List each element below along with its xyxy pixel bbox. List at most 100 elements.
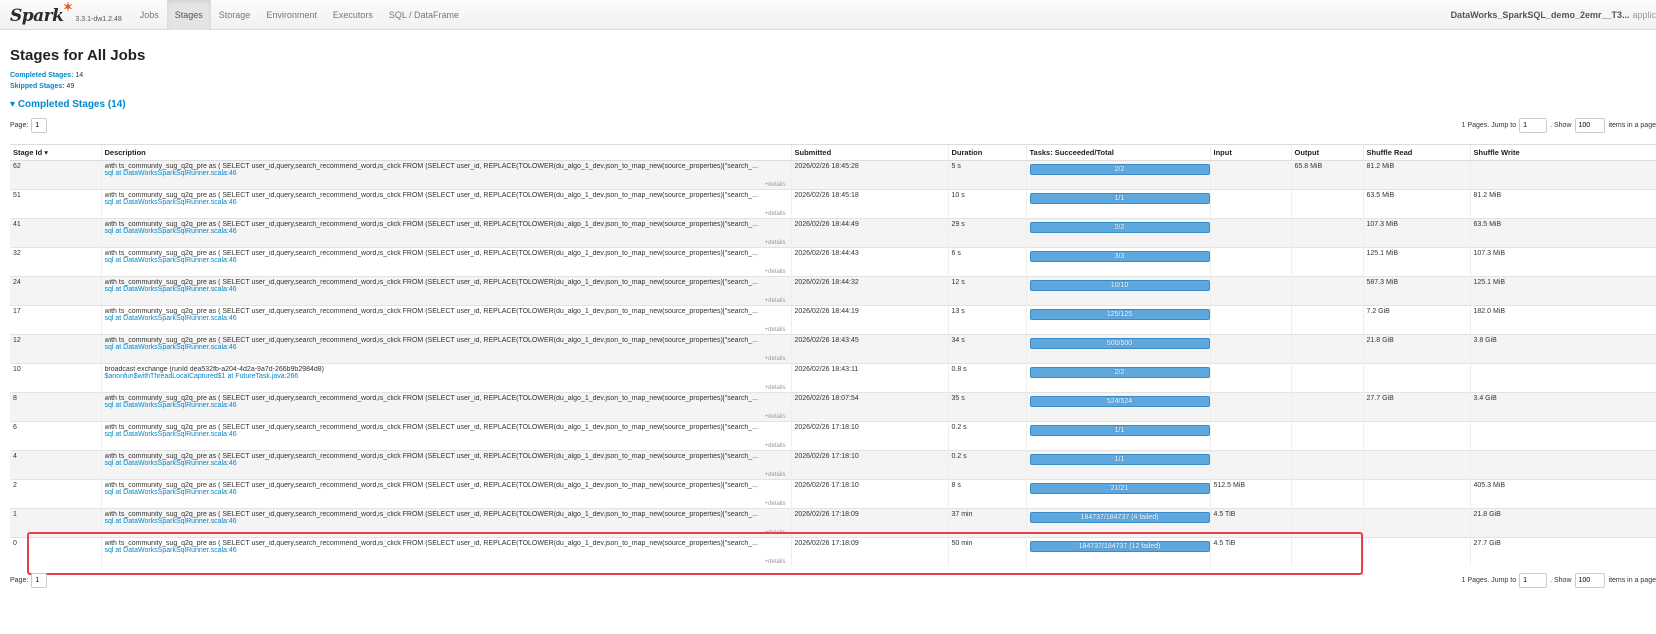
tab-jobs[interactable]: Jobs [132, 0, 167, 30]
tab-storage[interactable]: Storage [211, 0, 259, 30]
description-link[interactable]: sql at DataWorksSparkSqlRunner.scala:46 [105, 228, 788, 235]
description-link[interactable]: sql at DataWorksSparkSqlRunner.scala:46 [105, 460, 788, 467]
table-row: 32 with ts_community_sug_q2q_pre as ( SEL… [10, 247, 1656, 277]
details-toggle[interactable]: +details [765, 443, 786, 449]
stage-id: 24 [10, 276, 101, 306]
shuffle-read: 21.8 GiB [1362, 334, 1470, 364]
stage-description: with ts_community_sug_q2q_pre as ( SELEC… [100, 479, 791, 509]
tab-sql-dataframe[interactable]: SQL / DataFrame [381, 0, 467, 30]
output-size [1290, 305, 1363, 335]
details-toggle[interactable]: +details [765, 327, 786, 333]
submitted-time: 2026/02/26 18:44:19 [790, 305, 948, 335]
submitted-time: 2026/02/26 18:43:11 [790, 363, 948, 393]
tab-environment[interactable]: Environment [258, 0, 325, 30]
show-label: . Show [1550, 121, 1572, 129]
table-row: 62 with ts_community_sug_q2q_pre as ( SEL… [10, 160, 1656, 190]
jump-to-input[interactable] [1519, 117, 1548, 133]
details-toggle[interactable]: +details [765, 385, 786, 391]
table-row: 2 with ts_community_sug_q2q_pre as ( SELE… [10, 479, 1656, 509]
page-number-input[interactable] [31, 572, 48, 588]
col-shuffle-write[interactable]: Shuffle Write [1469, 144, 1656, 161]
description-link[interactable]: sql at DataWorksSparkSqlRunner.scala:46 [105, 518, 788, 525]
col-submitted[interactable]: Submitted [790, 144, 948, 161]
details-toggle[interactable]: +details [765, 240, 786, 246]
completed-stages-link[interactable]: Completed Stages: [10, 72, 73, 79]
completed-stages-toggle[interactable]: ▾ Completed Stages (14) [10, 99, 1656, 110]
shuffle-write: 63.5 MiB [1469, 218, 1656, 248]
stage-description: with ts_community_sug_q2q_pre as ( SELEC… [100, 392, 791, 422]
input-size [1209, 305, 1291, 335]
tasks-cell: 2/2 [1025, 363, 1210, 393]
details-toggle[interactable]: +details [765, 211, 786, 217]
shuffle-read [1362, 421, 1470, 451]
stage-id: 2 [10, 479, 101, 509]
details-toggle[interactable]: +details [765, 530, 786, 536]
spark-logo[interactable]: Spark ✶ [10, 0, 73, 26]
description-link[interactable]: $anonfun$withThreadLocalCaptured$1 at Fu… [105, 373, 788, 380]
details-toggle[interactable]: +details [765, 472, 786, 478]
stage-id: 10 [10, 363, 101, 393]
stage-description: with ts_community_sug_q2q_pre as ( SELEC… [100, 537, 791, 567]
description-link[interactable]: sql at DataWorksSparkSqlRunner.scala:46 [105, 257, 788, 264]
page-size-input[interactable] [1574, 117, 1605, 133]
details-toggle[interactable]: +details [765, 559, 786, 565]
duration: 10 s [947, 189, 1026, 219]
input-size [1209, 450, 1291, 480]
table-row: 8 with ts_community_sug_q2q_pre as ( SELE… [10, 392, 1656, 422]
description-link[interactable]: sql at DataWorksSparkSqlRunner.scala:46 [105, 431, 788, 438]
page-size-input[interactable] [1574, 572, 1605, 588]
duration: 13 s [947, 305, 1026, 335]
tab-stages[interactable]: Stages [166, 0, 211, 30]
description-link[interactable]: sql at DataWorksSparkSqlRunner.scala:46 [105, 344, 788, 351]
skipped-stages-link[interactable]: Skipped Stages: [10, 83, 64, 90]
col-stage-id[interactable]: Stage Id ▾ [10, 144, 101, 161]
items-per-page-text: items in a page [1608, 121, 1656, 129]
description-link[interactable]: sql at DataWorksSparkSqlRunner.scala:46 [105, 402, 788, 409]
details-toggle[interactable]: +details [765, 414, 786, 420]
jump-to-input[interactable] [1519, 572, 1548, 588]
details-toggle[interactable]: +details [765, 356, 786, 362]
description-text: with ts_community_sug_q2q_pre as ( SELEC… [104, 337, 759, 344]
details-toggle[interactable]: +details [765, 182, 786, 188]
details-toggle[interactable]: +details [765, 269, 786, 275]
stage-description: with ts_community_sug_q2q_pre as ( SELEC… [100, 189, 791, 219]
description-link[interactable]: sql at DataWorksSparkSqlRunner.scala:46 [105, 286, 788, 293]
description-text: broadcast exchange (runId dea532fb-a204-… [104, 366, 325, 373]
col-input[interactable]: Input [1209, 144, 1291, 161]
description-text: with ts_community_sug_q2q_pre as ( SELEC… [104, 511, 759, 518]
task-progress-bar: 125/125 [1029, 309, 1210, 320]
col-tasks[interactable]: Tasks: Succeeded/Total [1025, 144, 1210, 161]
details-toggle[interactable]: +details [765, 501, 786, 507]
description-link[interactable]: sql at DataWorksSparkSqlRunner.scala:46 [105, 170, 788, 177]
col-duration[interactable]: Duration [947, 144, 1026, 161]
input-size [1209, 276, 1291, 306]
description-link[interactable]: sql at DataWorksSparkSqlRunner.scala:46 [105, 315, 788, 322]
bottom-pagination: Page: 1 Pages. Jump to . Show items in a… [0, 571, 1656, 589]
page-number-input[interactable] [31, 117, 48, 133]
tasks-cell: 184737/184737 (4 failed) [1025, 508, 1210, 538]
submitted-time: 2026/02/26 17:18:09 [790, 508, 948, 538]
col-output[interactable]: Output [1290, 144, 1363, 161]
description-link[interactable]: sql at DataWorksSparkSqlRunner.scala:46 [105, 199, 788, 206]
details-toggle[interactable]: +details [765, 298, 786, 304]
duration: 0.8 s [947, 363, 1026, 393]
shuffle-read: 7.2 GiB [1362, 305, 1470, 335]
duration: 5 s [947, 160, 1026, 190]
description-text: with ts_community_sug_q2q_pre as ( SELEC… [104, 482, 759, 489]
shuffle-read: 81.2 MiB [1362, 160, 1470, 190]
col-shuffle-read[interactable]: Shuffle Read [1362, 144, 1470, 161]
shuffle-write: 3.4 GiB [1469, 392, 1656, 422]
tab-executors[interactable]: Executors [325, 0, 381, 30]
stage-description: with ts_community_sug_q2q_pre as ( SELEC… [100, 276, 791, 306]
description-text: with ts_community_sug_q2q_pre as ( SELEC… [104, 279, 759, 286]
description-link[interactable]: sql at DataWorksSparkSqlRunner.scala:46 [105, 489, 788, 496]
submitted-time: 2026/02/26 18:07:54 [790, 392, 948, 422]
stage-description: with ts_community_sug_q2q_pre as ( SELEC… [100, 218, 791, 248]
tasks-cell: 21/21 [1025, 479, 1210, 509]
description-link[interactable]: sql at DataWorksSparkSqlRunner.scala:46 [105, 547, 788, 554]
brand[interactable]: Spark ✶ 3.3.1-dw1.2.48 [10, 0, 122, 26]
col-description[interactable]: Description [100, 144, 791, 161]
duration: 50 min [947, 537, 1026, 567]
submitted-time: 2026/02/26 17:18:09 [790, 537, 948, 567]
spark-version: 3.3.1-dw1.2.48 [75, 15, 122, 23]
